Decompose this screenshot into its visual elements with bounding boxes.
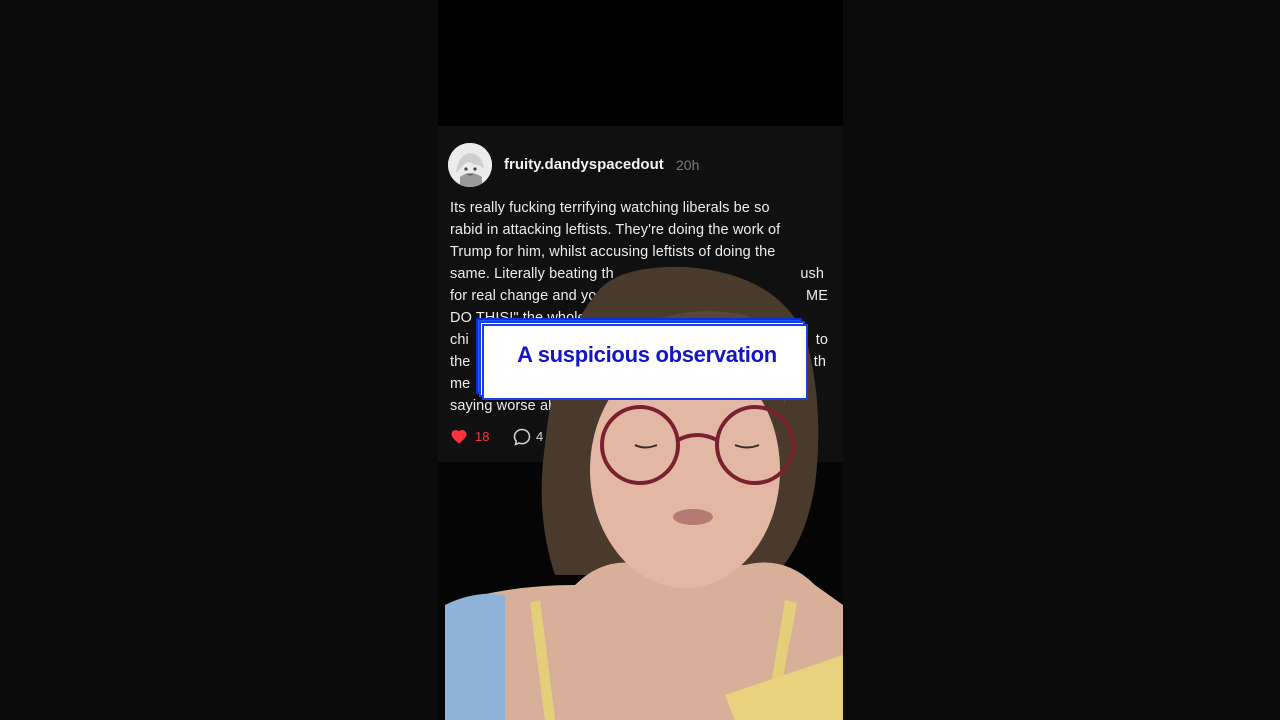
caption-overlay: A suspicious observation	[476, 318, 810, 402]
post-timestamp: 20h	[676, 157, 700, 173]
avatar[interactable]	[448, 143, 492, 187]
caption-text: A suspicious observation	[517, 342, 777, 367]
post-username[interactable]: fruity.dandyspacedout	[504, 156, 664, 173]
post-line: rabid in attacking leftists. They're doi…	[450, 222, 781, 238]
caption-box: A suspicious observation	[482, 324, 808, 400]
video-top-area	[438, 0, 843, 126]
post-line: Its really fucking terrifying watching l…	[450, 200, 770, 216]
